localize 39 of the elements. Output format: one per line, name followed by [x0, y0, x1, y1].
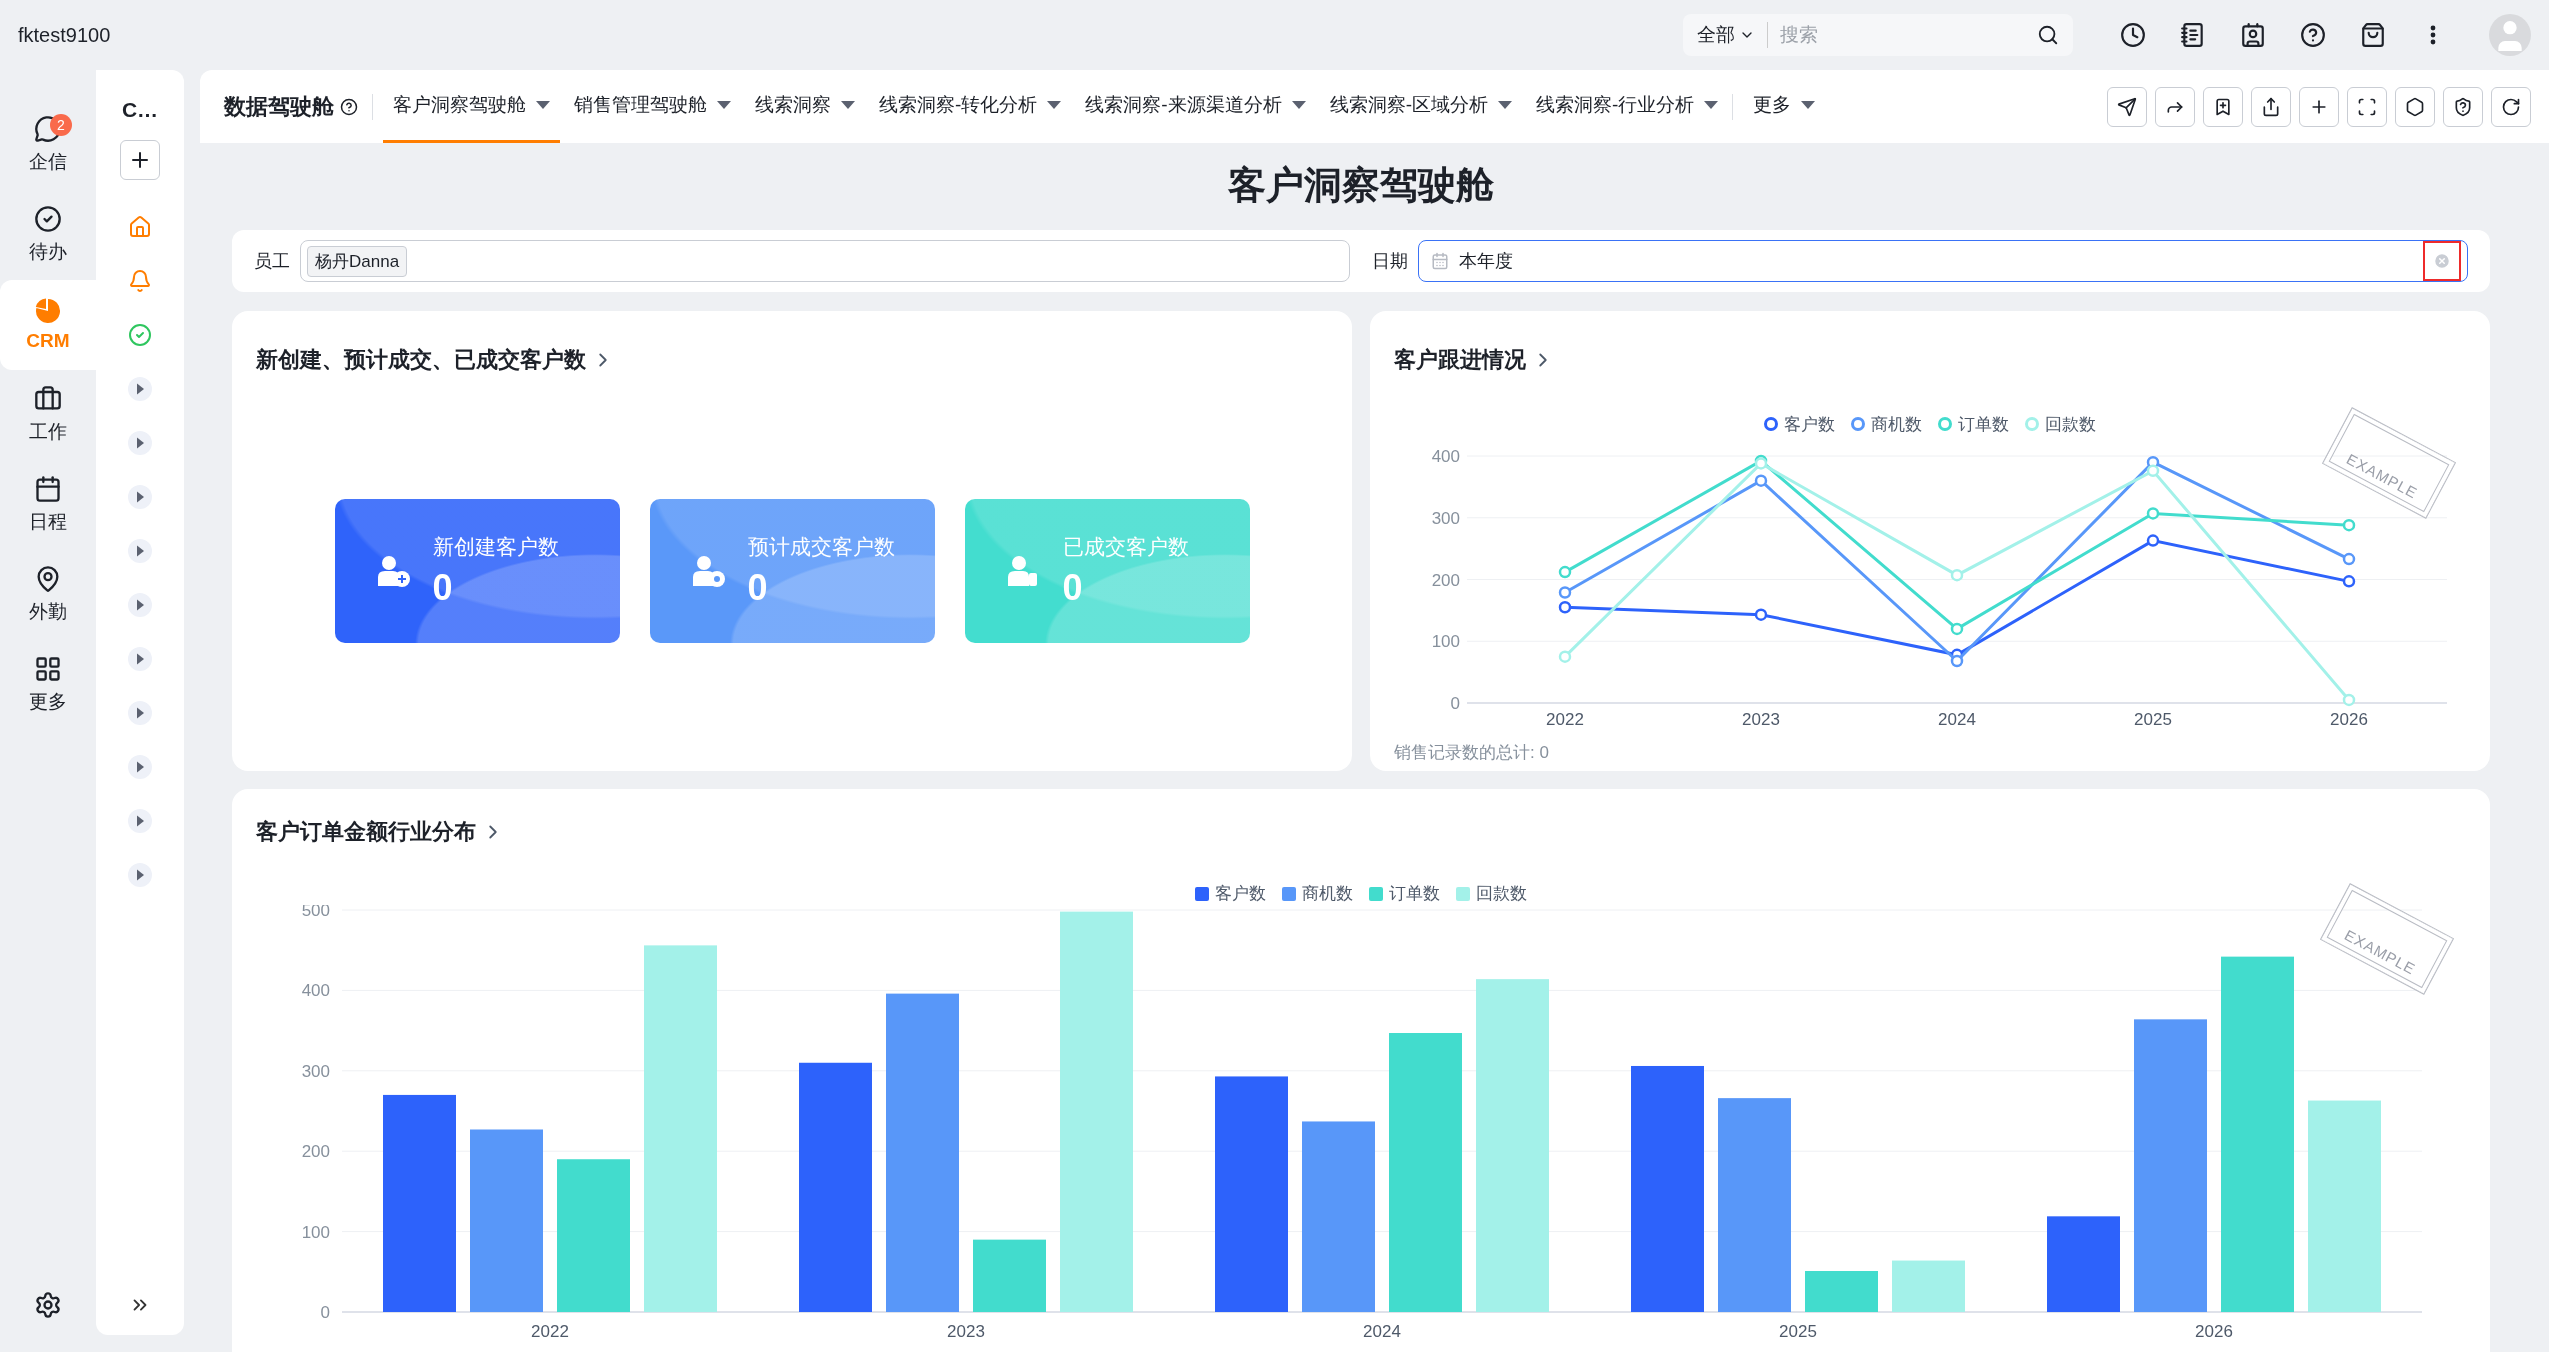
axis-label: 2022	[531, 1322, 569, 1341]
unread-badge: 2	[50, 114, 72, 136]
filter-label: 员工	[254, 250, 290, 273]
stat-value: 0	[1062, 567, 1084, 609]
stat-value: 0	[747, 567, 769, 609]
axis-label: 200	[301, 1142, 330, 1162]
axis-label: 200	[1431, 570, 1460, 590]
stat-label: 预计成交客户数	[747, 534, 895, 560]
axis-label: 300	[1431, 508, 1460, 528]
axis-label: 2026	[2195, 1322, 2233, 1341]
axis-label: 0	[1450, 694, 1460, 713]
stat-label: 已成交客户数	[1062, 534, 1189, 560]
axis-label: 300	[301, 1061, 330, 1081]
card-title: 新创建、预计成交、已成交客户数	[256, 346, 586, 374]
stat-value: 0	[432, 567, 454, 609]
axis-label: 2025	[2134, 710, 2172, 729]
chart-footer: 销售记录数的总计: 0	[1370, 735, 2490, 764]
axis-label: 2026	[2330, 710, 2368, 729]
board-title: 数据驾驶舱	[224, 92, 334, 121]
card-title: 客户跟进情况	[1394, 346, 1526, 374]
filter-label: 日期	[1372, 250, 1408, 273]
axis-label: 100	[1431, 632, 1460, 652]
axis-label: 2024	[1938, 710, 1976, 729]
card-title: 客户订单金额行业分布	[256, 818, 476, 846]
page-title: 客户洞察驾驶舱	[1227, 162, 1495, 208]
axis-label: 400	[301, 981, 330, 1001]
account-name: fktest9100	[18, 23, 111, 47]
axis-label: 2025	[1779, 1322, 1817, 1341]
axis-label: 500	[301, 905, 330, 920]
sidebar-title: C…	[121, 98, 159, 122]
axis-label: 2022	[1546, 710, 1584, 729]
axis-label: 400	[1431, 447, 1460, 466]
stat-label: 新创建客户数	[432, 534, 559, 560]
axis-label: 0	[320, 1303, 330, 1322]
axis-label: 2024	[1363, 1322, 1401, 1341]
axis-label: 2023	[1742, 710, 1780, 729]
axis-label: 100	[301, 1222, 330, 1242]
axis-label: 2023	[947, 1322, 985, 1341]
date-value: 本年度	[1459, 250, 1514, 273]
